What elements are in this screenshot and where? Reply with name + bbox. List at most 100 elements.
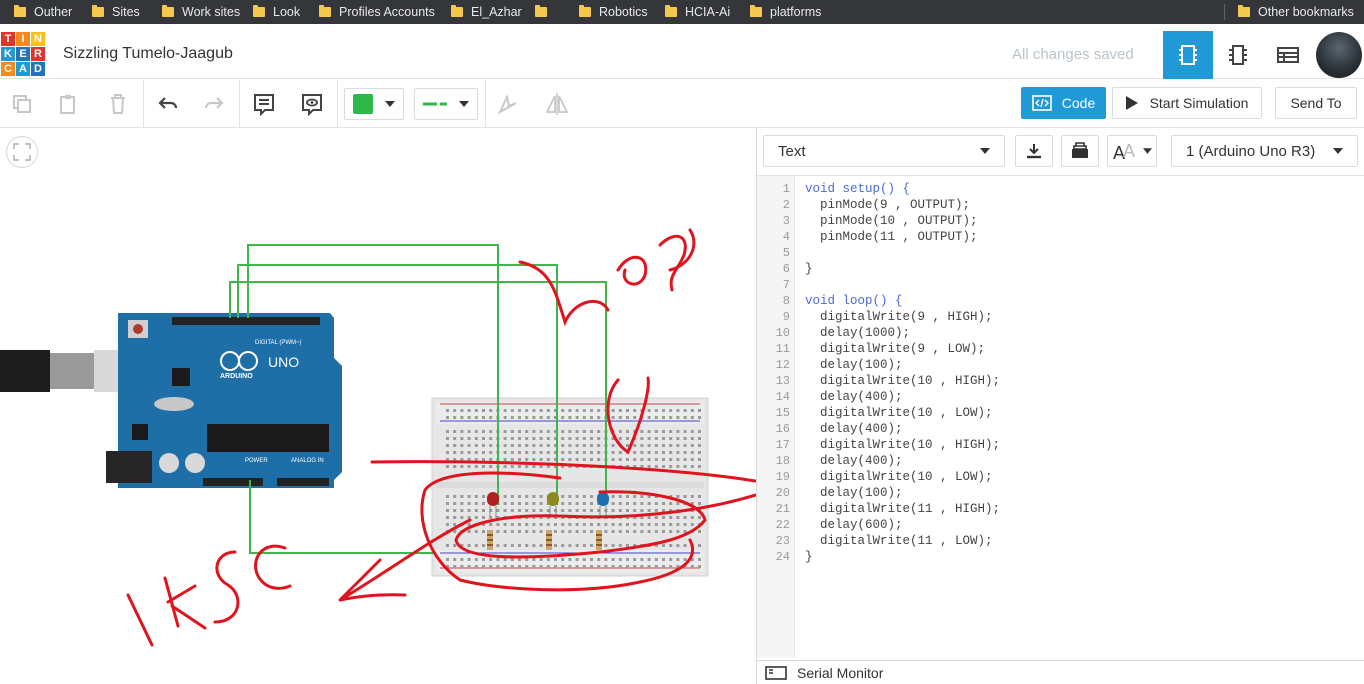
line-number: 2 — [782, 198, 790, 212]
code-line[interactable]: digitalWrite(9 , LOW); — [805, 341, 985, 357]
wire-type-picker[interactable] — [414, 88, 478, 120]
chevron-down-icon — [980, 148, 990, 154]
code-line[interactable]: } — [805, 261, 813, 277]
board-model-label: UNO — [268, 354, 299, 370]
code-line[interactable]: digitalWrite(10 , HIGH); — [805, 437, 1000, 453]
notes-button[interactable] — [248, 88, 280, 120]
code-line[interactable]: digitalWrite(10 , HIGH); — [805, 373, 1000, 389]
folder-icon — [162, 5, 174, 17]
svg-text:A: A — [1123, 141, 1135, 161]
bookmark-label: platforms — [770, 5, 822, 19]
code-line[interactable]: digitalWrite(10 , LOW); — [805, 405, 993, 421]
app-header: TIN KER CAD Sizzling Tumelo-Jaagub All cha… — [0, 31, 1364, 79]
line-number: 7 — [782, 278, 790, 292]
serial-monitor-bar[interactable]: Serial Monitor — [757, 660, 1364, 684]
flip-button[interactable] — [541, 88, 573, 120]
bookmark-label: Profiles Accounts — [339, 5, 435, 19]
resistor[interactable] — [546, 530, 552, 550]
chevron-down-icon — [385, 101, 395, 107]
folder-icon — [579, 5, 591, 17]
tinkercad-logo[interactable]: TIN KER CAD — [0, 31, 45, 77]
code-line[interactable]: delay(400); — [805, 389, 903, 405]
eye-note-icon — [302, 94, 322, 116]
line-number: 23 — [775, 534, 790, 548]
bookmark-item[interactable]: Work sites — [162, 4, 240, 20]
project-title[interactable]: Sizzling Tumelo-Jaagub — [63, 45, 233, 63]
font-size-button[interactable]: AA — [1107, 135, 1157, 167]
bookmark-item[interactable]: Sites — [92, 4, 140, 20]
delete-button[interactable] — [102, 88, 134, 120]
arduino-board[interactable]: UNO ARDUINO DIGITAL (PWM~) POWER ANALOG … — [106, 313, 342, 488]
code-line[interactable]: digitalWrite(10 , LOW); — [805, 469, 993, 485]
send-to-button[interactable]: Send To — [1275, 87, 1357, 119]
resistor[interactable] — [596, 530, 602, 550]
breadboard[interactable] — [431, 397, 709, 577]
toolbar-divider — [143, 80, 144, 128]
start-simulation-button[interactable]: Start Simulation — [1112, 87, 1262, 119]
bookmark-item[interactable]: HCIA-Ai — [665, 4, 730, 20]
chevron-down-icon — [1333, 148, 1343, 154]
code-line[interactable]: delay(400); — [805, 453, 903, 469]
bookmarks-bar: Outher Sites Work sites Look Profiles Accoun… — [0, 0, 1364, 24]
code-line[interactable]: delay(1000); — [805, 325, 910, 341]
line-number: 12 — [775, 358, 790, 372]
resistor[interactable] — [487, 530, 493, 550]
logo-letter: R — [31, 47, 45, 61]
redo-button[interactable] — [198, 88, 230, 120]
bookmark-label: Work sites — [182, 5, 241, 19]
code-line[interactable]: digitalWrite(11 , HIGH); — [805, 501, 1000, 517]
bookmark-item[interactable] — [535, 4, 555, 20]
code-line[interactable]: pinMode(11 , OUTPUT); — [805, 229, 978, 245]
user-avatar[interactable] — [1316, 32, 1362, 78]
libraries-button[interactable] — [1061, 135, 1099, 167]
undo-button[interactable] — [152, 88, 184, 120]
code-line[interactable]: void loop() { — [805, 293, 903, 309]
bookmark-item[interactable]: El_Azhar — [451, 4, 522, 20]
other-bookmarks[interactable]: Other bookmarks — [1238, 4, 1354, 20]
code-line[interactable]: pinMode(9 , OUTPUT); — [805, 197, 970, 213]
code-line[interactable]: delay(400); — [805, 421, 903, 437]
circuit-view-button[interactable] — [1163, 31, 1213, 79]
note-icon — [254, 94, 274, 116]
code-line[interactable]: } — [805, 549, 813, 565]
code-line[interactable]: digitalWrite(9 , HIGH); — [805, 309, 993, 325]
line-number: 19 — [775, 470, 790, 484]
folder-icon — [1238, 5, 1250, 17]
line-number: 10 — [775, 326, 790, 340]
circuit-canvas[interactable]: UNO ARDUINO DIGITAL (PWM~) POWER ANALOG … — [0, 128, 756, 684]
color-picker[interactable] — [344, 88, 404, 120]
code-line[interactable]: void setup() { — [805, 181, 910, 197]
component-list-button[interactable] — [1263, 31, 1313, 79]
schematic-view-button[interactable] — [1213, 31, 1263, 79]
code-line[interactable]: pinMode(10 , OUTPUT); — [805, 213, 978, 229]
notes-visibility-button[interactable] — [296, 88, 328, 120]
code-line[interactable]: delay(600); — [805, 517, 903, 533]
paste-button[interactable] — [52, 88, 84, 120]
device-dropdown[interactable]: 1 (Arduino Uno R3) — [1171, 135, 1358, 167]
line-number: 6 — [782, 262, 790, 276]
code-mode-dropdown[interactable]: Text — [763, 135, 1005, 167]
code-button[interactable]: Code — [1021, 87, 1106, 119]
line-number: 17 — [775, 438, 790, 452]
line-number-gutter: 1 2 3 4 5 6 7 8 9 10 11 12 13 14 15 16 17 18 19 20 21 22 23 24 — [757, 176, 795, 658]
code-mode-label: Text — [778, 142, 806, 160]
code-line[interactable]: delay(100); — [805, 485, 903, 501]
wire-type-icon — [423, 102, 447, 106]
bookmark-item[interactable]: Outher — [14, 4, 72, 20]
bookmark-separator — [1224, 4, 1225, 20]
copy-button[interactable] — [6, 88, 38, 120]
code-line[interactable]: digitalWrite(11 , LOW); — [805, 533, 993, 549]
code-line[interactable]: delay(100); — [805, 357, 903, 373]
color-swatch — [353, 94, 373, 114]
code-editor[interactable]: 1 2 3 4 5 6 7 8 9 10 11 12 13 14 15 16 17 18 19 20 21 22 23 24 … — [757, 176, 1364, 658]
bookmark-label: Outher — [34, 5, 73, 19]
bookmark-item[interactable]: platforms — [750, 4, 821, 20]
device-label: 1 (Arduino Uno R3) — [1186, 142, 1316, 160]
download-code-button[interactable] — [1015, 135, 1053, 167]
save-status: All changes saved — [1012, 46, 1134, 63]
bookmark-item[interactable]: Look — [253, 4, 300, 20]
bookmark-label: El_Azhar — [471, 5, 522, 19]
bookmark-item[interactable]: Robotics — [579, 4, 648, 20]
bookmark-item[interactable]: Profiles Accounts — [319, 4, 435, 20]
rotate-button[interactable] — [492, 88, 524, 120]
